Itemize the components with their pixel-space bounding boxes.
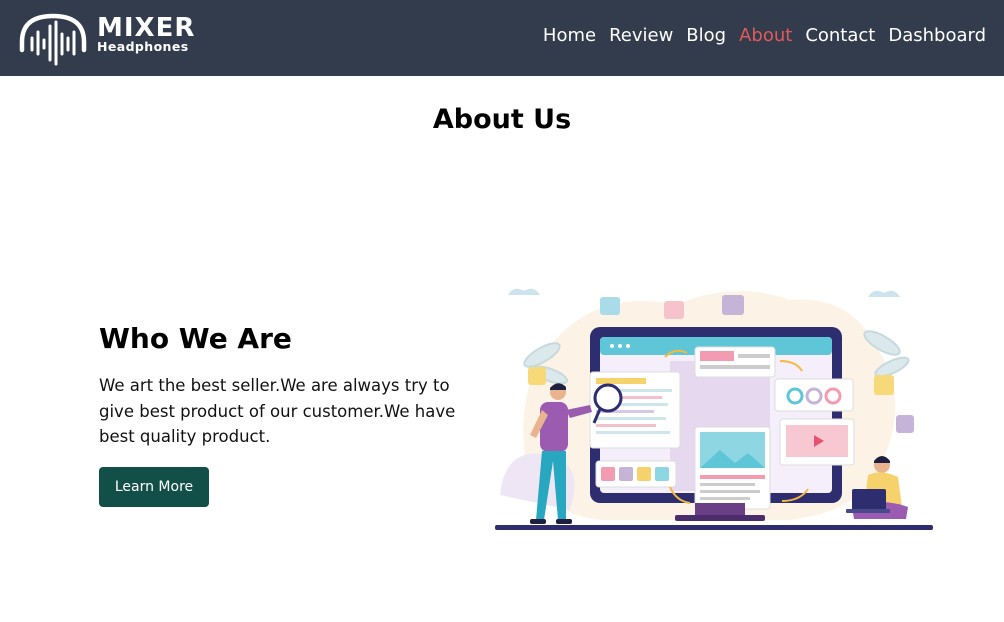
navbar: MIXER Headphones Home Review Blog About … (0, 0, 1004, 76)
brand-subtitle: Headphones (97, 39, 189, 54)
nav-review-link[interactable]: Review (609, 24, 673, 48)
learn-more-button[interactable]: Learn More (99, 467, 209, 507)
headphones-soundwave-icon (19, 13, 87, 66)
about-description: We art the best seller.We are always try… (99, 376, 456, 446)
nav-home-link[interactable]: Home (543, 24, 596, 48)
nav-contact-link[interactable]: Contact (805, 24, 875, 48)
brand-logo-link[interactable]: MIXER Headphones (18, 10, 208, 66)
about-heading: Who We Are (99, 322, 292, 355)
web-design-illustration (495, 288, 933, 530)
nav-blog-link[interactable]: Blog (686, 24, 726, 48)
page-title: About Us (432, 104, 572, 135)
nav-dashboard-link[interactable]: Dashboard (888, 24, 986, 48)
nav-about-link[interactable]: About (739, 24, 792, 48)
main-nav: Home Review Blog About Contact Dashboard (543, 24, 986, 48)
